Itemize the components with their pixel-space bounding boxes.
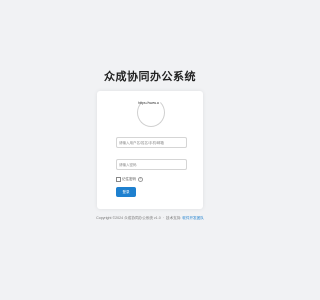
remember-checkbox[interactable] xyxy=(116,177,121,182)
remember-password[interactable]: 记住密码 ? xyxy=(116,177,143,182)
copyright-text: Copyright ©2024 众成协同办公系统 v1.0 xyxy=(96,216,161,220)
login-button[interactable]: 登录 xyxy=(116,187,136,197)
username-input[interactable] xyxy=(116,137,187,148)
password-input[interactable] xyxy=(116,159,187,170)
page-title: 众成协同办公系统 xyxy=(104,71,196,83)
footer: Copyright ©2024 众成协同办公系统 v1.0 · 技术支持: 软件… xyxy=(0,216,300,221)
remember-label: 记住密码 xyxy=(122,177,136,181)
support-label: 技术支持: xyxy=(165,216,182,220)
qr-url-label: https://www.a xyxy=(138,101,159,105)
footer-separator: · xyxy=(162,216,164,220)
support-link[interactable]: 软件开发团队 xyxy=(182,216,204,220)
help-icon[interactable]: ? xyxy=(138,177,143,182)
login-card: https://www.a 记住密码 ? 登录 xyxy=(97,91,203,209)
